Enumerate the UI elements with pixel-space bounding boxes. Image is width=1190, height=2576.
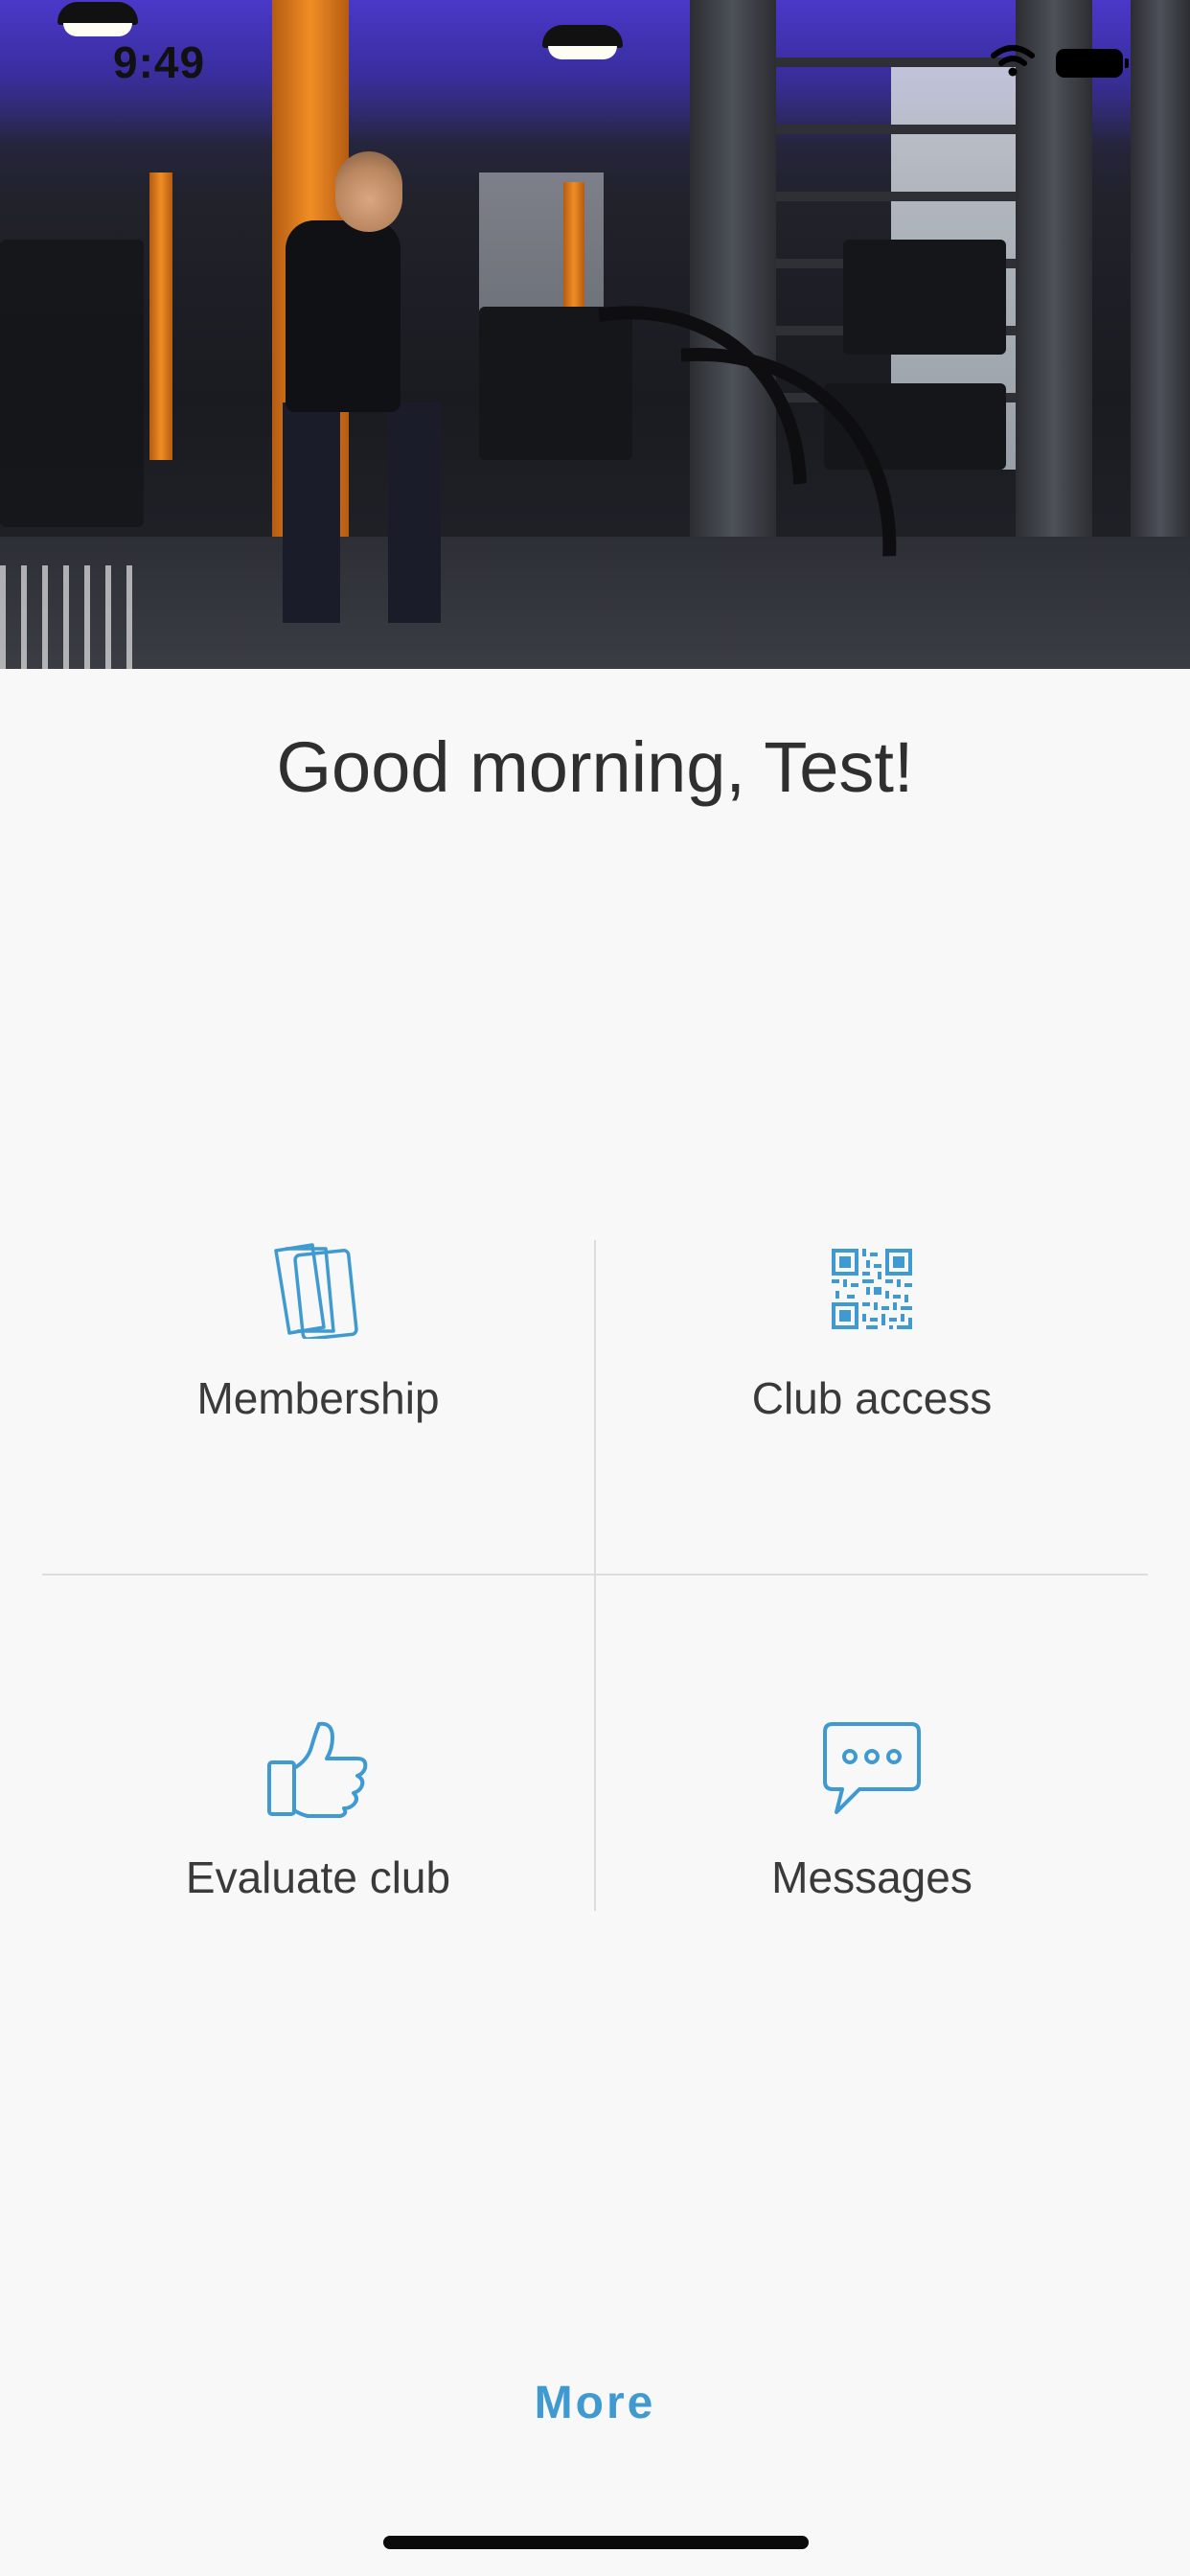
greeting-title: Good morning, Test!: [276, 727, 914, 807]
evaluate-club-label: Evaluate club: [185, 1852, 451, 1902]
qr-code-icon: [832, 1236, 912, 1342]
battery-icon: [1056, 48, 1129, 78]
club-access-label: Club access: [751, 1373, 993, 1423]
quick-actions-grid: Membership Club access Evaluate club Mes…: [42, 1236, 1148, 1913]
thumbs-up-icon: [265, 1715, 371, 1821]
membership-button[interactable]: Membership: [42, 1236, 594, 1572]
membership-label: Membership: [196, 1373, 440, 1423]
status-icons: [991, 44, 1129, 81]
chat-bubble-icon: [821, 1715, 923, 1821]
hero-image: [0, 0, 1190, 669]
membership-cards-icon: [270, 1236, 366, 1342]
home-indicator[interactable]: [383, 2536, 809, 2549]
messages-label: Messages: [771, 1852, 973, 1902]
home-screen: 9:49 Good morning, Test! Membership Club…: [0, 0, 1190, 2576]
evaluate-club-button[interactable]: Evaluate club: [42, 1576, 594, 1911]
more-button[interactable]: More: [0, 2377, 1190, 2429]
club-access-button[interactable]: Club access: [596, 1236, 1148, 1572]
messages-button[interactable]: Messages: [596, 1576, 1148, 1911]
wifi-icon: [991, 44, 1035, 81]
status-time: 9:49: [113, 37, 206, 87]
